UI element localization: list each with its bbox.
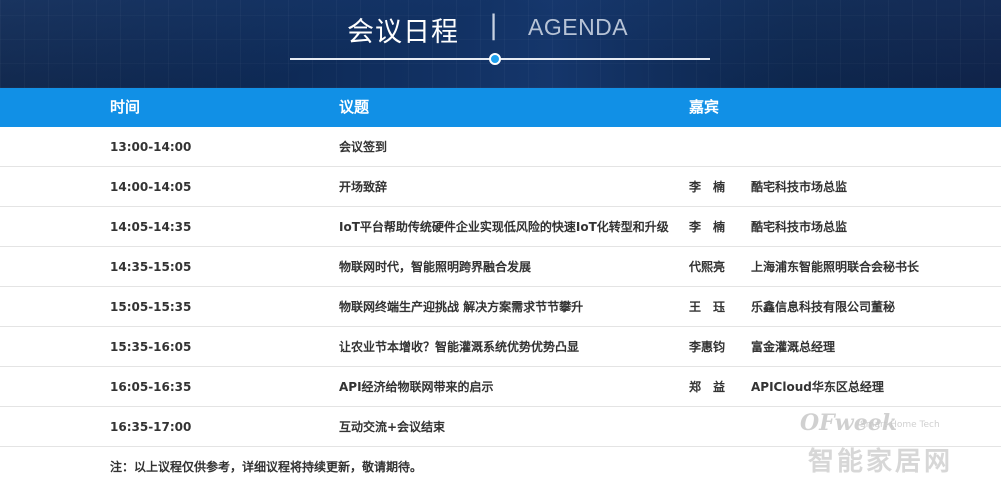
table-row: 16:05-16:35 API经济给物联网带来的启示 郑 益 APICloud华… [0,367,1001,407]
title-separator: | [489,10,499,41]
row-topic: 互动交流+会议结束 [339,420,446,434]
table-row: 15:05-15:35 物联网终端生产迎挑战 解决方案需求节节攀升 王 珏 乐鑫… [0,287,1001,327]
row-speaker-title: APICloud华东区总经理 [751,380,884,394]
row-topic: 会议签到 [339,140,388,154]
page-subtitle: AGENDA [528,14,629,40]
row-speaker-title: 富金灌溉总经理 [751,340,836,354]
row-topic: 物联网时代，智能照明跨界融合发展 [339,260,532,274]
column-header-time: 时间 [110,98,141,116]
row-time: 14:00-14:05 [110,180,192,194]
row-speaker-name: 李 楠 [689,180,726,194]
row-time: 16:05-16:35 [110,380,192,394]
row-speaker-title: 乐鑫信息科技有限公司董秘 [751,300,896,314]
title-dot-icon [489,53,501,65]
page-title: 会议日程 [347,17,459,48]
header-banner: 会议日程 | AGENDA [0,0,1001,88]
table-row: 16:35-17:00 互动交流+会议结束 [0,407,1001,447]
column-header-topic: 议题 [339,98,370,116]
row-time: 13:00-14:00 [110,140,192,154]
row-speaker-name: 王 珏 [689,300,726,314]
row-topic: 让农业节本增收？智能灌溉系统优势优势凸显 [339,340,580,354]
table-row: 14:05-14:35 IoT平台帮助传统硬件企业实现低风险的快速IoT化转型和… [0,207,1001,247]
row-topic: 物联网终端生产迎挑战 解决方案需求节节攀升 [339,300,584,314]
row-time: 15:05-15:35 [110,300,192,314]
table-row: 15:35-16:05 让农业节本增收？智能灌溉系统优势优势凸显 李惠钧 富金灌… [0,327,1001,367]
row-time: 14:05-14:35 [110,220,192,234]
table-row: 14:35-15:05 物联网时代，智能照明跨界融合发展 代熙亮 上海浦东智能照… [0,247,1001,287]
table-row: 13:00-14:00 会议签到 [0,127,1001,167]
table-header: 时间 议题 嘉宾 [0,88,1001,127]
row-time: 16:35-17:00 [110,420,192,434]
row-topic: IoT平台帮助传统硬件企业实现低风险的快速IoT化转型和升级 [339,220,669,234]
column-header-speaker: 嘉宾 [689,98,720,116]
row-speaker-title: 酷宅科技市场总监 [751,220,848,234]
footnote: 注：以上议程仅供参考，详细议程将持续更新，敬请期待。 [110,460,423,474]
row-time: 14:35-15:05 [110,260,192,274]
row-speaker-name: 代熙亮 [689,260,726,274]
row-speaker-name: 李 楠 [689,220,726,234]
row-speaker-title: 酷宅科技市场总监 [751,180,848,194]
table-row: 14:00-14:05 开场致辞 李 楠 酷宅科技市场总监 [0,167,1001,207]
row-speaker-name: 郑 益 [689,380,726,394]
row-topic: API经济给物联网带来的启示 [339,380,494,394]
row-time: 15:35-16:05 [110,340,192,354]
row-topic: 开场致辞 [339,180,388,194]
row-speaker-title: 上海浦东智能照明联合会秘书长 [751,260,920,274]
row-speaker-name: 李惠钧 [689,340,726,354]
